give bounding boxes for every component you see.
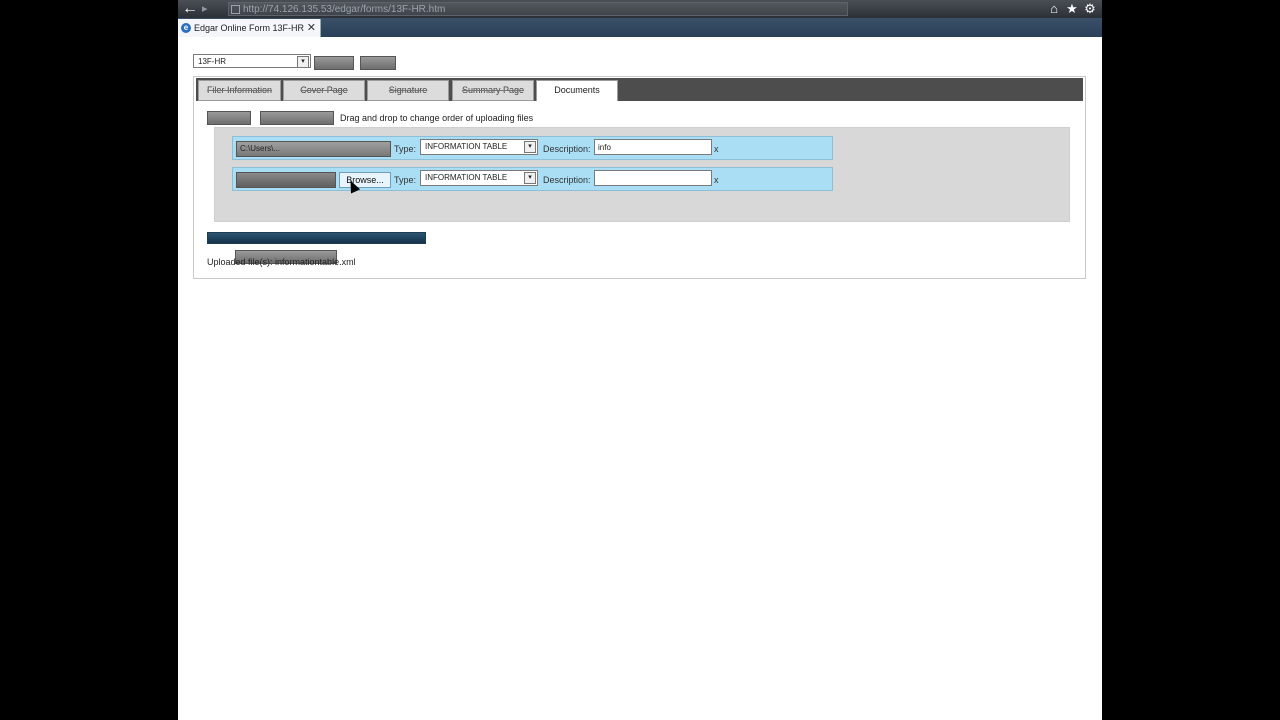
tab-documents[interactable]: Documents (536, 80, 618, 101)
tab-cover-page[interactable]: Cover Page (283, 80, 365, 101)
form-panel: Filer Information Cover Page Signature S… (193, 76, 1086, 279)
chevron-down-icon: ▾ (524, 141, 536, 153)
url-text: http://74.126.135.53/edgar/forms/13F-HR.… (243, 4, 446, 15)
form-type-value: 13F-HR (198, 57, 227, 66)
form-type-select[interactable]: 13F-HR ▾ (193, 54, 311, 68)
upload-list: C:\Users\... Type: INFORMATION TABLE ▾ D… (214, 127, 1070, 264)
browser-tab[interactable]: e Edgar Online Form 13F-HR ✕ (178, 19, 321, 37)
drag-drop-hint: Drag and drop to change order of uploadi… (340, 113, 534, 123)
reset-button[interactable] (360, 56, 396, 70)
gear-icon[interactable]: ⚙ (1082, 1, 1098, 17)
description-input[interactable] (594, 139, 712, 155)
type-label: Type: (394, 144, 417, 154)
back-arrow-icon[interactable]: ← (180, 0, 200, 18)
browser-viewport: ← ▸ http://74.126.135.53/edgar/forms/13F… (178, 0, 1102, 720)
file-row[interactable]: Browse... Type: INFORMATION TABLE ▾ Desc… (232, 167, 833, 191)
add-file-button[interactable] (207, 111, 251, 125)
tab-strip: Filer Information Cover Page Signature S… (196, 78, 1083, 101)
address-bar: ← ▸ http://74.126.135.53/edgar/forms/13F… (178, 0, 1102, 18)
chevron-down-icon: ▾ (297, 56, 309, 68)
document-type-select[interactable]: INFORMATION TABLE ▾ (420, 170, 538, 186)
document-type-select[interactable]: INFORMATION TABLE ▾ (420, 139, 538, 155)
chevron-down-icon: ▾ (524, 172, 536, 184)
load-button[interactable] (314, 56, 354, 70)
description-label: Description: (543, 144, 591, 154)
tab-summary-page[interactable]: Summary Page (452, 80, 534, 101)
close-icon[interactable]: ✕ (307, 19, 316, 37)
type-label: Type: (394, 175, 417, 185)
description-input[interactable] (594, 170, 712, 186)
url-input[interactable]: http://74.126.135.53/edgar/forms/13F-HR.… (228, 2, 848, 16)
ie-logo-icon: e (181, 23, 191, 33)
description-label: Description: (543, 175, 591, 185)
upload-progress-fill (208, 233, 425, 243)
upload-progress-bar (207, 232, 426, 244)
browser-tab-bar: e Edgar Online Form 13F-HR ✕ (178, 18, 1102, 37)
remove-row-icon[interactable]: x (714, 143, 719, 155)
uploaded-files-label: Uploaded file(s): informationtable.xml (207, 257, 356, 267)
star-icon[interactable]: ★ (1064, 1, 1080, 17)
forward-arrow-icon[interactable]: ▸ (202, 2, 214, 16)
document-type-value: INFORMATION TABLE (425, 173, 508, 182)
tab-signature[interactable]: Signature (367, 80, 449, 101)
upload-files-button[interactable] (260, 111, 334, 125)
tab-filer-information[interactable]: Filer Information (198, 80, 281, 101)
file-path-field[interactable]: C:\Users\... (236, 141, 391, 157)
remove-row-icon[interactable]: x (714, 174, 719, 186)
browser-tab-title: Edgar Online Form 13F-HR (194, 23, 305, 33)
home-icon[interactable]: ⌂ (1046, 1, 1062, 17)
document-type-value: INFORMATION TABLE (425, 142, 508, 151)
page-icon (231, 5, 240, 14)
file-path-field[interactable] (236, 172, 336, 188)
file-row[interactable]: C:\Users\... Type: INFORMATION TABLE ▾ D… (232, 136, 833, 160)
